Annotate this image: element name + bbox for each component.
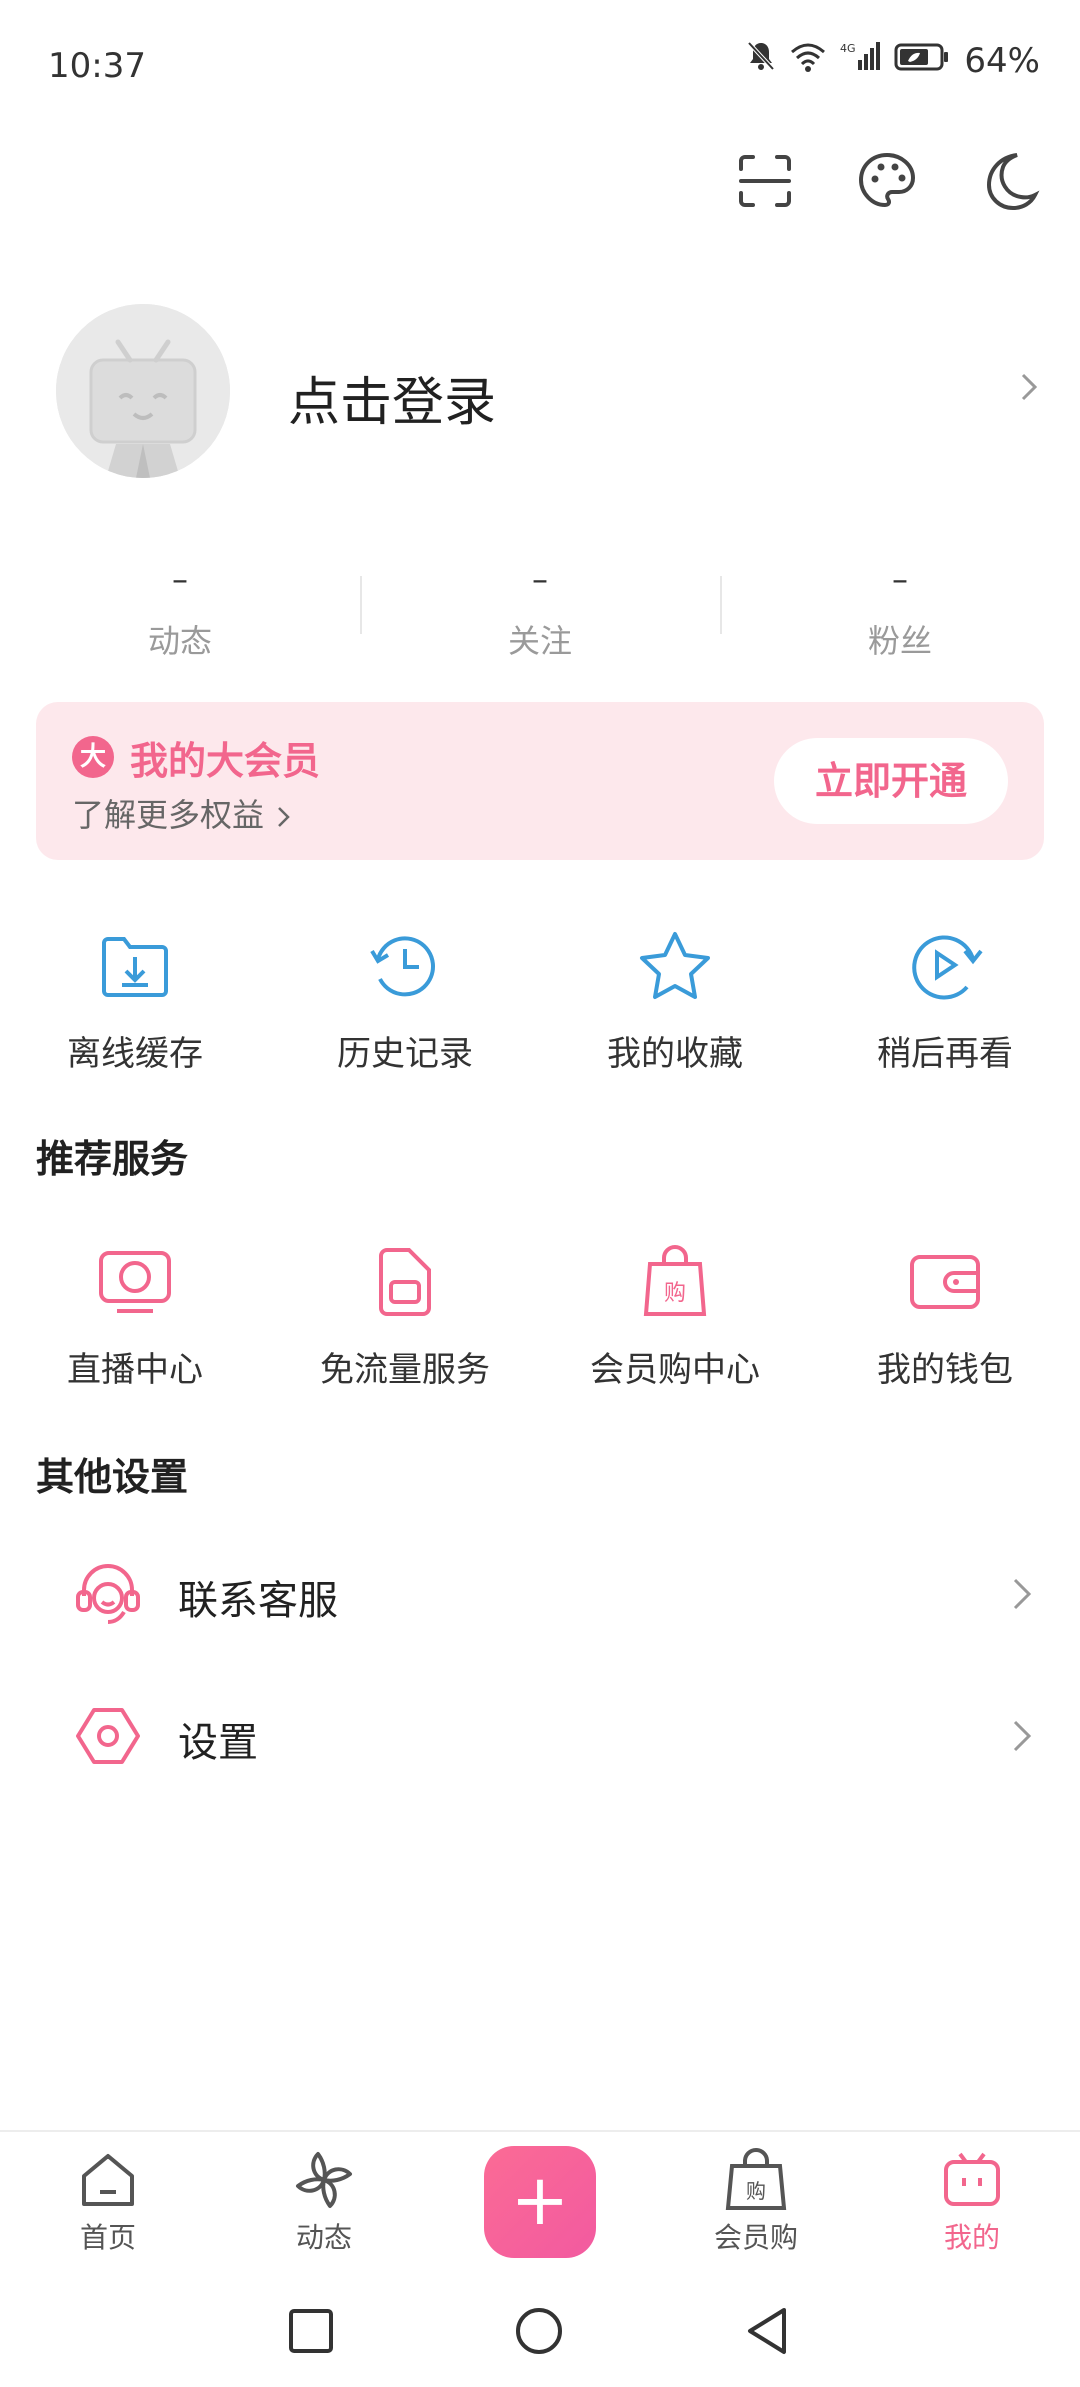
stat-label: 粉丝 (867, 622, 932, 660)
nav-home[interactable]: 首页 (28, 2148, 188, 2256)
nav-vip-shop[interactable]: 购 会员购 (676, 2148, 836, 2256)
quick-favorites[interactable]: 我的收藏 (540, 924, 810, 1075)
wifi-icon (790, 41, 826, 81)
recommended-services: 直播中心 免流量服务 购 会员购中心 我的钱包 (0, 1240, 1080, 1390)
quick-label: 稍后再看 (877, 1034, 1013, 1074)
stats-bar: – 动态 – 关注 – 粉丝 (0, 560, 1080, 670)
stat-value: – (532, 560, 548, 598)
nav-label: 首页 (79, 2221, 136, 2254)
stat-value: – (892, 560, 908, 598)
history-icon (363, 924, 447, 1008)
shopping-bag-icon: 购 (724, 2148, 788, 2212)
quick-history[interactable]: 历史记录 (270, 924, 540, 1075)
watch-later-icon (903, 924, 987, 1008)
login-label[interactable]: 点击登录 (288, 360, 496, 435)
quick-label: 离线缓存 (67, 1034, 203, 1074)
stat-dynamic[interactable]: – 动态 (0, 560, 360, 662)
home-button[interactable] (514, 2306, 564, 2360)
vip-subtitle[interactable]: 了解更多权益 (72, 790, 294, 836)
chevron-right-icon (1006, 1576, 1036, 1616)
row-label: 联系客服 (178, 1578, 338, 1624)
service-live-center[interactable]: 直播中心 (0, 1240, 270, 1391)
download-folder-icon (93, 924, 177, 1008)
scan-icon[interactable] (724, 140, 806, 222)
nav-dynamic[interactable]: 动态 (244, 2148, 404, 2256)
stat-label: 动态 (147, 622, 212, 660)
battery-icon (894, 41, 950, 81)
chevron-right-icon (278, 807, 290, 827)
vip-open-button[interactable]: 立即开通 (774, 738, 1008, 824)
service-label: 我的钱包 (877, 1350, 1013, 1390)
star-icon (633, 924, 717, 1008)
bell-mute-icon (746, 40, 776, 81)
quick-label: 历史记录 (337, 1034, 473, 1074)
live-tv-icon (93, 1240, 177, 1324)
chevron-right-icon (1006, 1718, 1036, 1758)
home-icon (76, 2148, 140, 2212)
stat-fans[interactable]: – 粉丝 (720, 560, 1080, 662)
signal-4g-icon: 4G (840, 40, 881, 81)
vip-subtitle-text: 了解更多权益 (72, 796, 265, 834)
post-plus-button[interactable]: + (484, 2146, 596, 2258)
service-label: 免流量服务 (320, 1350, 490, 1390)
top-actions (724, 140, 1050, 222)
status-bar: 10:37 4G 64% (0, 0, 1080, 130)
stat-label: 关注 (507, 622, 572, 660)
settings-hex-icon (74, 1702, 142, 1770)
wallet-icon (903, 1240, 987, 1324)
headset-icon (74, 1560, 142, 1628)
section-title-other-settings: 其他设置 (36, 1455, 189, 1499)
row-customer-service[interactable]: 联系客服 (0, 1534, 1080, 1654)
pinwheel-icon (292, 2148, 356, 2212)
row-settings[interactable]: 设置 (0, 1676, 1080, 1796)
vip-card[interactable]: 大 我的大会员 了解更多权益 立即开通 (36, 702, 1044, 860)
service-free-data[interactable]: 免流量服务 (270, 1240, 540, 1391)
service-label: 会员购中心 (590, 1350, 760, 1390)
status-icons: 4G 64% (746, 40, 1040, 81)
svg-text:4G: 4G (840, 42, 856, 55)
stat-value: – (172, 560, 188, 598)
recent-apps-button[interactable] (288, 2308, 334, 2358)
svg-text:购: 购 (746, 2179, 766, 2203)
nav-mine[interactable]: 我的 (892, 2148, 1052, 2256)
quick-actions: 离线缓存 历史记录 我的收藏 稍后再看 (0, 924, 1080, 1074)
section-title-recommended: 推荐服务 (36, 1137, 189, 1181)
nav-label: 动态 (295, 2221, 352, 2254)
nav-label: 我的 (943, 2221, 1000, 2254)
vip-title: 我的大会员 (130, 739, 321, 783)
tv-mascot-icon (940, 2148, 1004, 2212)
service-label: 直播中心 (67, 1350, 203, 1390)
service-wallet[interactable]: 我的钱包 (810, 1240, 1080, 1391)
back-button[interactable] (744, 2306, 790, 2360)
sim-card-icon (363, 1240, 447, 1324)
palette-icon[interactable] (846, 140, 928, 222)
system-nav-bar (0, 2270, 1080, 2387)
shopping-bag-icon: 购 (633, 1240, 717, 1324)
status-time: 10:37 (48, 46, 146, 86)
avatar[interactable] (56, 304, 230, 478)
quick-watch-later[interactable]: 稍后再看 (810, 924, 1080, 1075)
quick-label: 我的收藏 (607, 1034, 743, 1074)
moon-icon[interactable] (968, 140, 1050, 222)
service-vip-shop[interactable]: 购 会员购中心 (540, 1240, 810, 1391)
row-label: 设置 (178, 1720, 258, 1766)
nav-label: 会员购 (713, 2221, 798, 2254)
battery-percent: 64% (964, 40, 1040, 81)
vip-badge-icon: 大 (72, 736, 114, 778)
profile-chevron-icon[interactable] (1014, 372, 1044, 406)
quick-offline-cache[interactable]: 离线缓存 (0, 924, 270, 1075)
stat-following[interactable]: – 关注 (360, 560, 720, 662)
svg-text:购: 购 (664, 1281, 686, 1306)
